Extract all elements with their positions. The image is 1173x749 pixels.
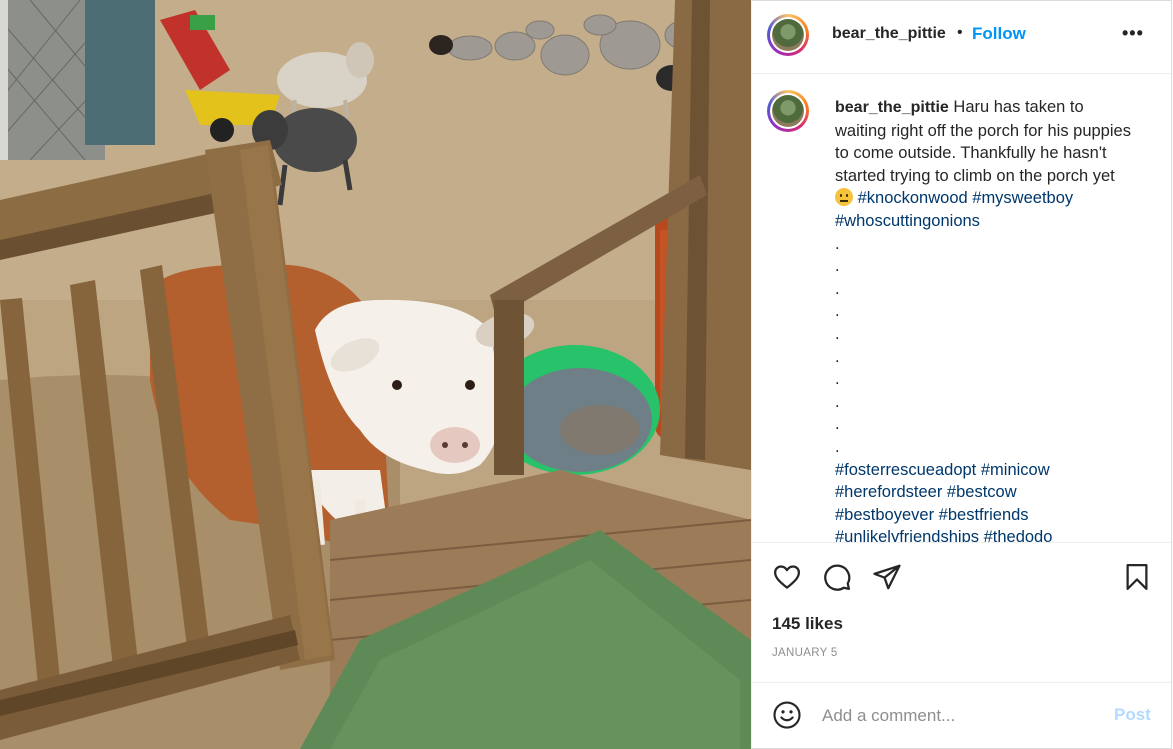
caption-dots: . . . . . . . . . . — [835, 233, 1135, 459]
hashtag-link[interactable]: #bestcow — [947, 483, 1017, 501]
instagram-post-view: bear_the_pittie • Follow ••• bear_the_pi… — [0, 0, 1173, 749]
hashtag-link[interactable]: #fosterrescueadopt — [835, 461, 976, 479]
caption-section: bear_the_pittie Haru has taken to waitin… — [752, 74, 1171, 542]
caption-dot: . — [835, 324, 840, 343]
post-sidebar: bear_the_pittie • Follow ••• bear_the_pi… — [751, 0, 1172, 749]
neutral-face-emoji-icon — [835, 188, 853, 207]
caption-dot: . — [835, 257, 840, 276]
comment-bar: Post — [752, 682, 1171, 749]
hashtag-line: #bestboyever #bestfriends — [835, 504, 1135, 527]
header-username-link[interactable]: bear_the_pittie — [832, 25, 946, 43]
paper-plane-icon[interactable] — [872, 562, 902, 592]
hashtag-line: #unlikelyfriendships #thedodo — [835, 526, 1135, 542]
profile-avatar[interactable] — [767, 14, 809, 56]
hashtag-line: #fosterrescueadopt #minicow — [835, 459, 1135, 482]
hashtag-link[interactable]: #unlikelyfriendships — [835, 528, 979, 542]
caption-dot: . — [835, 302, 840, 321]
comment-input[interactable] — [820, 703, 1094, 729]
likes-count[interactable]: 145 likes — [772, 614, 843, 634]
caption-text: bear_the_pittie Haru has taken to waitin… — [835, 96, 1135, 542]
post-photo[interactable] — [0, 0, 751, 749]
more-options-icon[interactable]: ••• — [1122, 23, 1144, 44]
hashtag-link[interactable]: #bestfriends — [939, 506, 1029, 524]
comment-bubble-icon[interactable] — [822, 562, 852, 592]
hashtag-line: #herefordsteer #bestcow — [835, 481, 1135, 504]
caption-dot: . — [835, 347, 840, 366]
caption-dot: . — [835, 234, 840, 253]
caption-dot: . — [835, 392, 840, 411]
caption-dot: . — [835, 415, 840, 434]
header-separator: • — [957, 24, 963, 41]
photo-illustration — [0, 0, 751, 749]
post-comment-button[interactable]: Post — [1114, 705, 1151, 725]
caption-avatar[interactable] — [767, 90, 809, 132]
post-date[interactable]: JANUARY 5 — [772, 647, 838, 659]
post-header: bear_the_pittie • Follow ••• — [752, 1, 1171, 74]
hashtag-link[interactable]: #whoscuttingonions — [835, 212, 980, 230]
hashtag-link[interactable]: #minicow — [981, 461, 1050, 479]
hashtag-link[interactable]: #knockonwood — [858, 189, 968, 207]
post-actions: 145 likes JANUARY 5 — [752, 542, 1171, 683]
caption-username-link[interactable]: bear_the_pittie — [835, 99, 949, 116]
hashtag-link[interactable]: #herefordsteer — [835, 483, 942, 501]
bookmark-icon[interactable] — [1122, 562, 1152, 592]
avatar-image — [772, 19, 804, 51]
hashtag-link[interactable]: #bestboyever — [835, 506, 934, 524]
avatar-image — [772, 95, 804, 127]
heart-icon[interactable] — [772, 562, 802, 592]
hashtag-link[interactable]: #thedodo — [984, 528, 1053, 542]
caption-dot: . — [835, 437, 840, 456]
hashtag-link[interactable]: #mysweetboy — [972, 189, 1073, 207]
caption-dot: . — [835, 370, 840, 389]
caption-dot: . — [835, 279, 840, 298]
smiley-face-icon[interactable] — [772, 700, 802, 730]
follow-button[interactable]: Follow — [972, 24, 1026, 44]
